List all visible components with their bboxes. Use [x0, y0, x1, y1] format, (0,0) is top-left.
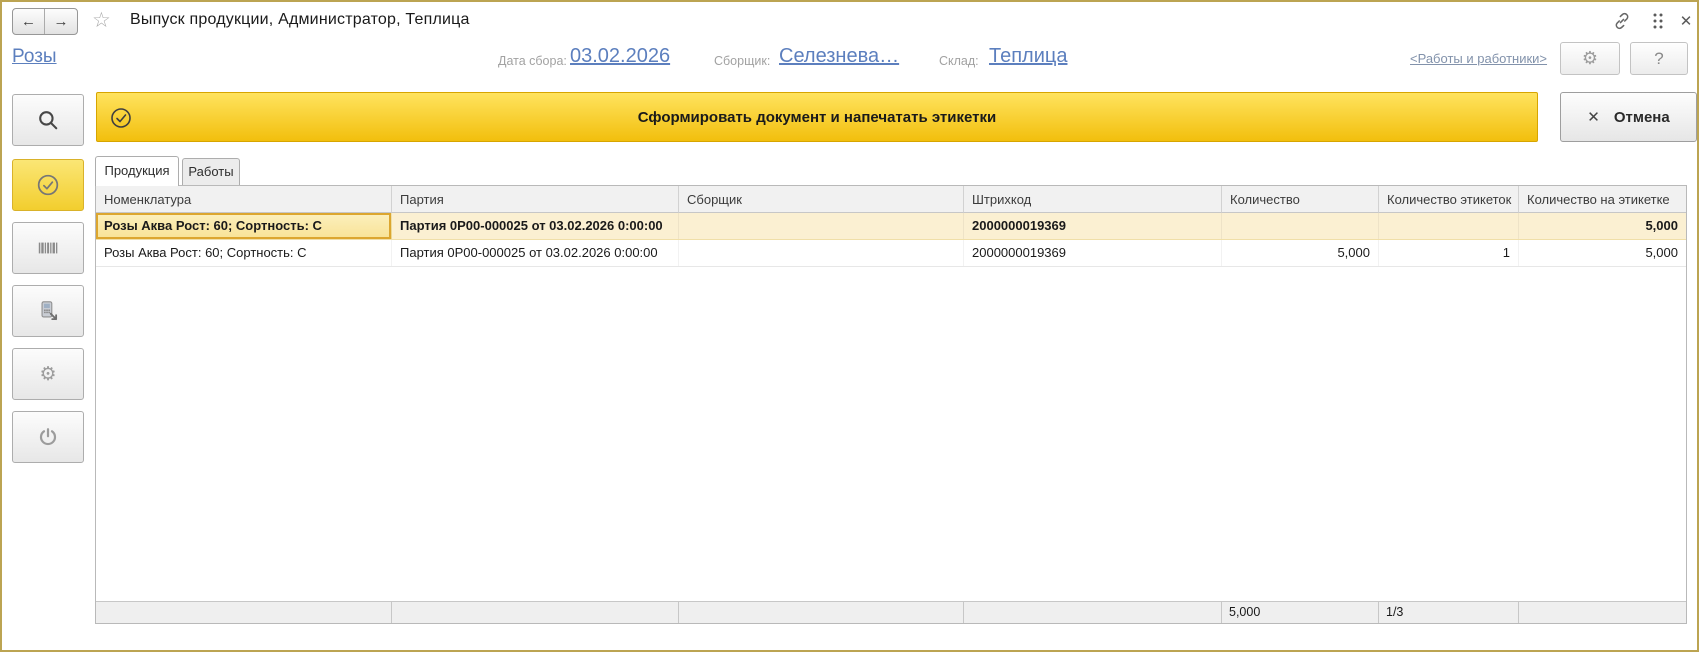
cell-quantity[interactable]: 5,000	[1222, 240, 1379, 266]
collector-field[interactable]: Селезнева…	[779, 45, 899, 68]
cell-nomenclature[interactable]: Розы Аква Рост: 60; Сортность: С	[96, 240, 392, 266]
settings-button[interactable]: ⚙	[1560, 42, 1620, 75]
title-bar: ← → ☆ Выпуск продукции, Администратор, Т…	[2, 2, 1697, 40]
table-header-row: Номенклатура Партия Сборщик Штрихкод Кол…	[96, 186, 1686, 213]
page-title: Выпуск продукции, Администратор, Теплица	[130, 11, 470, 28]
table-row[interactable]: Розы Аква Рост: 60; Сортность: С Партия …	[96, 240, 1686, 267]
footer-barcode	[964, 601, 1222, 623]
data-terminal-icon	[35, 298, 61, 324]
favorite-star-icon[interactable]: ☆	[92, 8, 111, 34]
col-nomenclature[interactable]: Номенклатура	[96, 186, 392, 213]
footer-nomenclature	[96, 601, 392, 623]
col-qty-per-label[interactable]: Количество на этикетке	[1519, 186, 1686, 213]
tab-works[interactable]: Работы	[182, 158, 240, 186]
cell-qty-per-label[interactable]: 5,000	[1519, 240, 1686, 266]
search-icon	[35, 107, 61, 133]
warehouse-label: Склад:	[939, 54, 979, 68]
col-collector[interactable]: Сборщик	[679, 186, 964, 213]
cell-collector[interactable]	[679, 240, 964, 266]
collect-date-label: Дата сбора:	[498, 54, 567, 68]
footer-batch	[392, 601, 679, 623]
generate-button-label: Сформировать документ и напечатать этике…	[637, 108, 997, 126]
cell-qty-per-label[interactable]: 5,000	[1519, 213, 1686, 239]
sidebar-terminal-button[interactable]	[12, 285, 84, 337]
sidebar-search-button[interactable]	[12, 94, 84, 146]
cancel-x-icon: ✕	[1587, 109, 1600, 126]
footer-labels-total: 1/3	[1379, 601, 1519, 623]
sidebar-confirm-button[interactable]	[12, 159, 84, 211]
gear-icon: ⚙	[39, 363, 57, 385]
products-table: Номенклатура Партия Сборщик Штрихкод Кол…	[95, 185, 1687, 624]
table-footer-row: 5,000 1/3	[96, 601, 1686, 623]
history-nav: ← →	[12, 8, 78, 35]
forward-button[interactable]: →	[45, 9, 77, 34]
question-icon: ?	[1654, 48, 1664, 68]
cell-labels-count[interactable]: 1	[1379, 240, 1519, 266]
sidebar-barcode-button[interactable]	[12, 222, 84, 274]
check-circle-icon	[35, 172, 61, 198]
back-icon: ←	[21, 13, 36, 30]
footer-collector	[679, 601, 964, 623]
close-icon[interactable]: ✕	[1674, 10, 1698, 32]
power-icon	[36, 425, 60, 449]
works-and-workers-link[interactable]: <Работы и работники>	[1410, 51, 1547, 66]
cell-barcode[interactable]: 2000000019369	[964, 240, 1222, 266]
cell-barcode[interactable]: 2000000019369	[964, 213, 1222, 239]
collector-label: Сборщик:	[714, 54, 771, 68]
col-labels-count[interactable]: Количество этикеток	[1379, 186, 1519, 213]
table-row[interactable]: Розы Аква Рост: 60; Сортность: С Партия …	[96, 213, 1686, 240]
col-batch[interactable]: Партия	[392, 186, 679, 213]
collect-date-field[interactable]: 03.02.2026	[570, 45, 670, 68]
cell-batch[interactable]: Партия 0Р00-000025 от 03.02.2026 0:00:00	[392, 240, 679, 266]
breadcrumb-link[interactable]: Розы	[12, 46, 57, 68]
cancel-button-label: Отмена	[1613, 108, 1670, 126]
app-window: { "window": { "title": "Выпуск продукции…	[0, 0, 1699, 652]
sidebar-settings-button[interactable]: ⚙	[12, 348, 84, 400]
back-button[interactable]: ←	[13, 9, 45, 34]
check-circle-icon	[109, 106, 133, 130]
generate-document-button[interactable]: Сформировать документ и напечатать этике…	[96, 92, 1538, 142]
cancel-button[interactable]: ✕ Отмена	[1560, 92, 1697, 142]
cell-quantity[interactable]	[1222, 213, 1379, 239]
cell-labels-count[interactable]	[1379, 213, 1519, 239]
forward-icon: →	[53, 13, 69, 30]
col-quantity[interactable]: Количество	[1222, 186, 1379, 213]
help-button[interactable]: ?	[1630, 42, 1688, 75]
footer-qty-per-label	[1519, 601, 1686, 623]
col-barcode[interactable]: Штрихкод	[964, 186, 1222, 213]
sidebar-power-button[interactable]	[12, 411, 84, 463]
footer-quantity-total: 5,000	[1222, 601, 1379, 623]
warehouse-field[interactable]: Теплица	[989, 45, 1067, 68]
barcode-icon	[35, 235, 61, 261]
gear-icon: ⚙	[1581, 48, 1599, 68]
get-link-icon[interactable]	[1610, 10, 1634, 32]
cell-collector[interactable]	[679, 213, 964, 239]
tab-products[interactable]: Продукция	[95, 156, 179, 186]
cell-batch[interactable]: Партия 0Р00-000025 от 03.02.2026 0:00:00	[392, 213, 679, 239]
more-menu-icon[interactable]	[1646, 10, 1670, 32]
cell-nomenclature[interactable]: Розы Аква Рост: 60; Сортность: С	[96, 213, 392, 239]
